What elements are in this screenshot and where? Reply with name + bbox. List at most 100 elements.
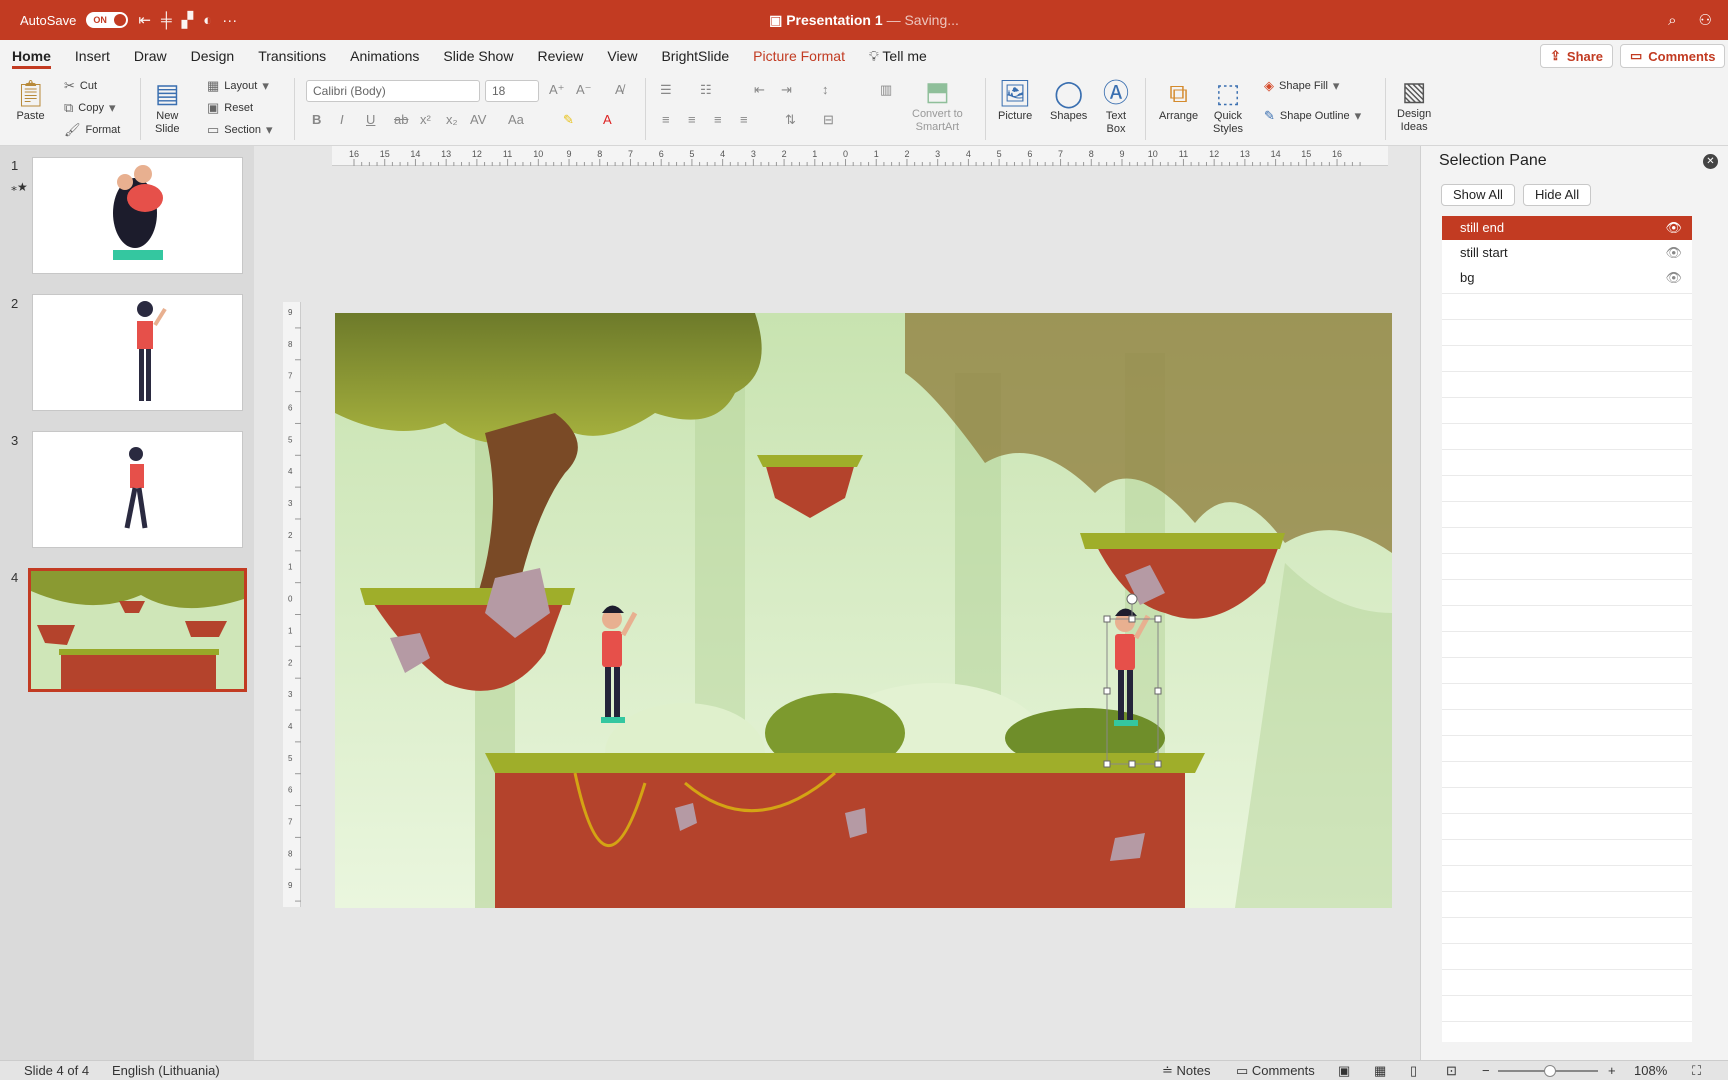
bold-icon[interactable]: B [312, 112, 321, 127]
pen-icon: ✎ [1264, 108, 1275, 123]
tab-animations[interactable]: Animations [338, 40, 431, 72]
zoom-out-icon[interactable]: − [1482, 1063, 1490, 1078]
new-slide-label-2: Slide [155, 123, 180, 135]
reading-view-icon[interactable]: ▯ [1410, 1063, 1417, 1079]
shape-fill-button[interactable]: ◈ Shape Fill ▾ [1264, 78, 1339, 94]
outdent-icon[interactable]: ⇤ [754, 82, 765, 98]
resize-handle[interactable] [1154, 615, 1162, 623]
resize-handle[interactable] [1128, 760, 1136, 768]
thumb-mark [61, 653, 216, 689]
selection-item-still-end[interactable]: still end 👁︎ [1442, 216, 1692, 240]
slide-canvas[interactable] [335, 313, 1392, 908]
layout-button[interactable]: ▦ Layout ▾ [207, 78, 269, 94]
arrange-button[interactable]: ⧉ Arrange [1159, 76, 1198, 123]
superscript-icon[interactable]: x² [420, 112, 431, 127]
share-button[interactable]: ⇪ Share [1540, 44, 1614, 68]
resize-handle[interactable] [1103, 760, 1111, 768]
fit-slide-icon[interactable]: ⛶ [1692, 1063, 1701, 1079]
comments-button[interactable]: ▭ Comments [1620, 44, 1726, 68]
rotate-handle[interactable] [1126, 593, 1138, 605]
char-spacing-icon[interactable]: AV [470, 112, 486, 127]
design-ideas-button[interactable]: ▧ Design Ideas [1397, 74, 1431, 134]
reset-button[interactable]: ▣ Reset [207, 100, 253, 116]
bullets-icon[interactable]: ☰ [660, 82, 672, 98]
search-icon[interactable]: ⌕ [1668, 12, 1676, 29]
increase-font-icon[interactable]: A⁺ [549, 82, 565, 98]
clear-format-icon[interactable]: A̸ [615, 82, 624, 97]
shape-outline-button[interactable]: ✎ Shape Outline ▾ [1264, 108, 1361, 124]
tab-design[interactable]: Design [179, 40, 247, 72]
change-case-icon[interactable]: Aa [508, 112, 524, 127]
eye-icon[interactable]: 👁︎ [1665, 216, 1682, 240]
resize-handle[interactable] [1154, 687, 1162, 695]
slide-thumbnail-2[interactable] [32, 294, 243, 411]
tell-me[interactable]: 💡︎ Tell me [857, 40, 939, 72]
quick-styles-button[interactable]: ⬚ Quick Styles [1213, 76, 1243, 136]
zoom-in-icon[interactable]: + [1608, 1063, 1616, 1078]
decrease-font-icon[interactable]: A⁻ [576, 82, 592, 98]
slide-thumbnail-3[interactable] [32, 431, 243, 548]
align-left-icon[interactable]: ≡ [662, 112, 670, 127]
hide-all-button[interactable]: Hide All [1523, 184, 1592, 206]
eye-icon[interactable]: 👁︎ [1665, 266, 1682, 290]
tab-view[interactable]: View [595, 40, 649, 72]
shapes-button[interactable]: ◯ Shapes [1050, 76, 1087, 123]
resize-handle[interactable] [1103, 615, 1111, 623]
align-text-icon[interactable]: ⊟ [823, 112, 834, 128]
paste-button[interactable]: 📋︎ Paste [14, 76, 47, 123]
font-color-icon[interactable]: A [603, 112, 612, 127]
subscript-icon[interactable]: x₂ [446, 112, 458, 127]
underline-icon[interactable]: U [366, 112, 375, 127]
picture-button[interactable]: 🖼︎ Picture [998, 76, 1032, 123]
slide-sorter-icon[interactable]: ▦ [1374, 1063, 1386, 1079]
slide-thumbnail-1[interactable] [32, 157, 243, 274]
indent-icon[interactable]: ⇥ [781, 82, 792, 98]
thumb-mark [134, 165, 152, 183]
line-spacing-icon[interactable]: ↕ [822, 82, 829, 97]
tab-review[interactable]: Review [525, 40, 595, 72]
notes-button[interactable]: ≐ Notes [1162, 1063, 1211, 1079]
copy-button[interactable]: ⧉ Copy ▾ [64, 100, 116, 116]
resize-handle[interactable] [1154, 760, 1162, 768]
align-right-icon[interactable]: ≡ [714, 112, 722, 127]
tab-brightslide[interactable]: BrightSlide [649, 40, 741, 72]
resize-handle[interactable] [1128, 615, 1136, 623]
show-all-button[interactable]: Show All [1441, 184, 1515, 206]
slide-4-preview [31, 571, 244, 689]
highlight-icon[interactable]: ✎ [563, 112, 574, 128]
format-painter-button[interactable]: 🖌︎ Format [64, 122, 120, 138]
comments-status-button[interactable]: ▭ Comments [1236, 1063, 1315, 1079]
tab-transitions[interactable]: Transitions [246, 40, 338, 72]
tab-picture-format[interactable]: Picture Format [741, 40, 857, 72]
convert-smartart-button[interactable]: ⬒ Convert to SmartArt [912, 74, 963, 134]
zoom-level[interactable]: 108% [1634, 1063, 1667, 1078]
cut-button[interactable]: ✂ Cut [64, 78, 97, 94]
tab-home[interactable]: Home [0, 40, 63, 72]
tab-draw[interactable]: Draw [122, 40, 179, 72]
account-icon[interactable]: ⚇ [1699, 11, 1712, 29]
font-name-select[interactable]: Calibri (Body) [306, 80, 480, 102]
tab-slide-show[interactable]: Slide Show [431, 40, 525, 72]
font-size-select[interactable]: 18 [485, 80, 539, 102]
text-box-button[interactable]: Ⓐ Text Box [1103, 76, 1129, 136]
align-center-icon[interactable]: ≡ [688, 112, 696, 127]
text-direction-icon[interactable]: ⇅ [785, 112, 796, 128]
slideshow-icon[interactable]: ⊡ [1446, 1063, 1457, 1079]
strikethrough-icon[interactable]: ab [394, 112, 408, 127]
normal-view-icon[interactable]: ▣ [1338, 1063, 1350, 1079]
zoom-slider-thumb[interactable] [1544, 1065, 1556, 1077]
section-button[interactable]: ▭ Section ▾ [207, 122, 273, 138]
close-icon[interactable]: ✕ [1703, 154, 1718, 169]
resize-handle[interactable] [1103, 687, 1111, 695]
selection-item-still-start[interactable]: still start 👁︎ [1442, 241, 1692, 265]
italic-icon[interactable]: I [340, 112, 344, 127]
numbering-icon[interactable]: ☷ [700, 82, 712, 98]
selection-item-bg[interactable]: bg 👁︎ [1442, 266, 1692, 290]
language-indicator[interactable]: English (Lithuania) [112, 1063, 220, 1078]
columns-icon[interactable]: ▥ [880, 82, 892, 98]
tab-insert[interactable]: Insert [63, 40, 122, 72]
justify-icon[interactable]: ≡ [740, 112, 748, 127]
slide-thumbnail-4[interactable] [28, 568, 247, 692]
new-slide-button[interactable]: ▤ New Slide [155, 76, 180, 136]
eye-icon[interactable]: 👁︎ [1665, 241, 1682, 265]
